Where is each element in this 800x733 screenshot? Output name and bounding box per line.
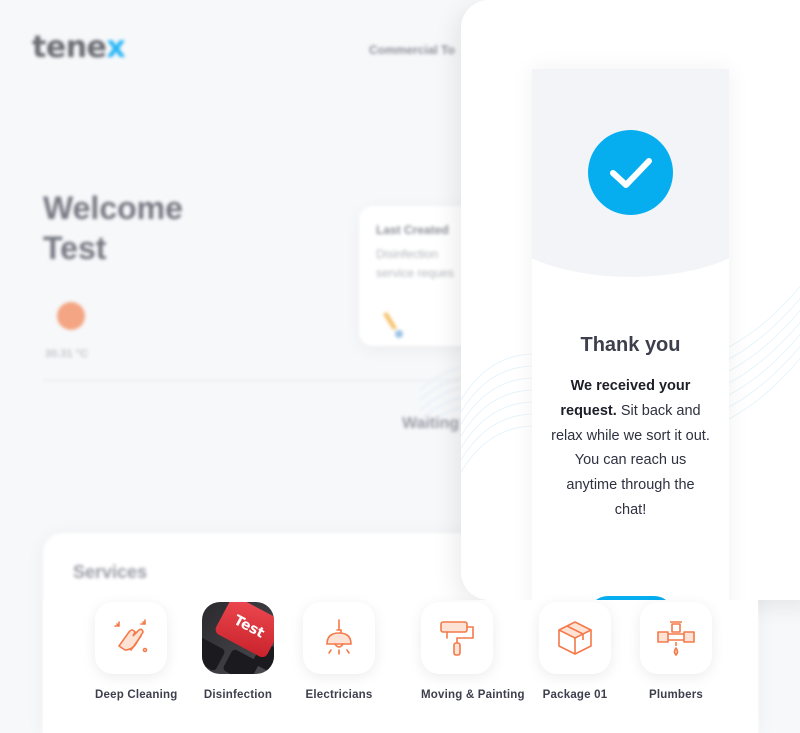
confirmation-card: Thank you We received your request. Sit … [532, 69, 729, 600]
test-keyboard-photo: Test [202, 602, 274, 674]
last-created-subtitle: Disinfection service reques [376, 247, 455, 280]
checkmark-icon [609, 157, 652, 188]
services-row: Deep Cleaning Test Disinfection Electric… [43, 600, 758, 733]
service-deep-cleaning[interactable]: Deep Cleaning [95, 602, 177, 701]
divider [43, 380, 463, 381]
temperature-reading: 30.31 °C [45, 348, 88, 360]
services-title: Services [73, 562, 148, 582]
package-box-icon [539, 602, 611, 674]
modal-message: We received your request. Sit back and r… [551, 378, 710, 518]
service-moving-painting[interactable]: Moving & Painting [421, 602, 525, 701]
check-circle-icon [588, 130, 673, 215]
waiting-label: Waiting [402, 415, 460, 432]
service-disinfection[interactable]: Test Disinfection [202, 602, 274, 701]
service-package-01[interactable]: Package 01 [539, 602, 611, 701]
service-plumbers[interactable]: Plumbers [640, 602, 712, 701]
service-electricians[interactable]: Electricians [303, 602, 375, 701]
app-logo[interactable]: tenex [32, 30, 126, 65]
pipe-valve-icon [640, 602, 712, 674]
last-created-title: Last Created [376, 223, 449, 237]
confirmation-modal: Thank you We received your request. Sit … [461, 0, 800, 600]
ceiling-lamp-icon [303, 602, 375, 674]
spray-icon [383, 312, 403, 338]
nav-commercial-link[interactable]: Commercial To [369, 43, 455, 57]
paint-roller-icon [421, 602, 493, 674]
welcome-heading: Welcome Test [43, 190, 183, 266]
modal-title: Thank you [580, 334, 681, 356]
weather-sun-icon [57, 302, 85, 330]
cleaning-hands-icon [95, 602, 167, 674]
